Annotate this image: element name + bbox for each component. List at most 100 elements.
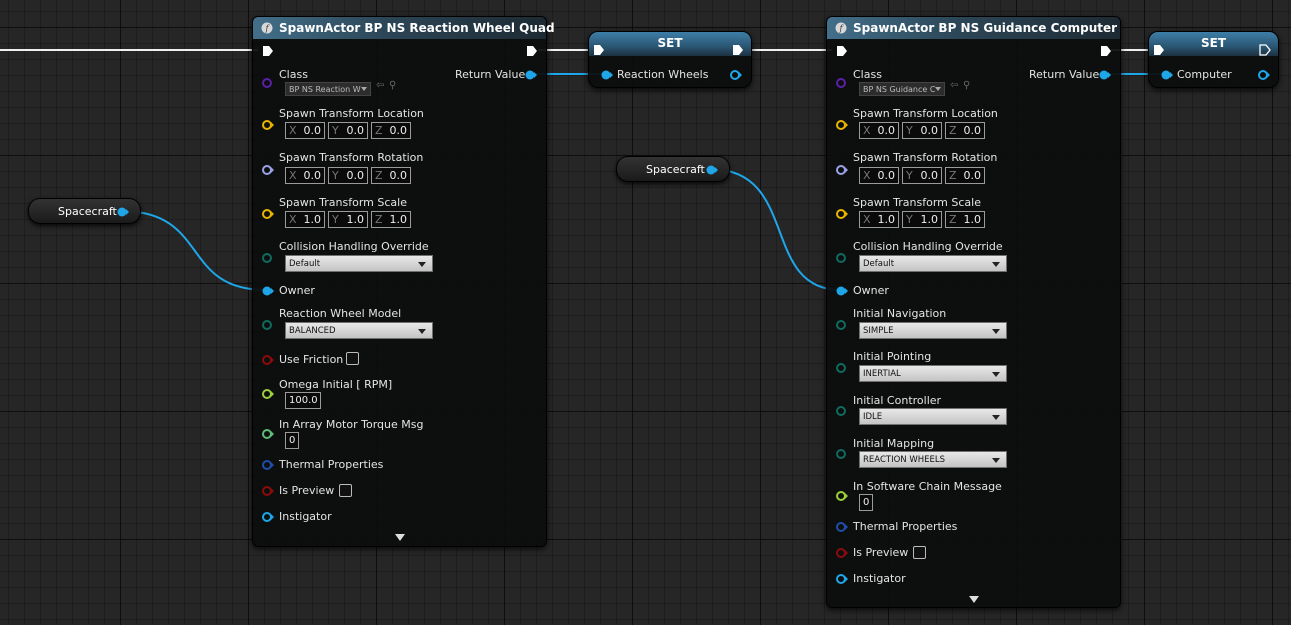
browse-icon[interactable]: ⇦ xyxy=(376,80,384,91)
reaction-wheels-out-pin[interactable] xyxy=(729,69,743,81)
thermal-pin[interactable] xyxy=(835,521,849,533)
scale-z-field[interactable]: Z 1.0 xyxy=(371,211,411,228)
class-picker[interactable]: BP NS Reaction W xyxy=(285,82,371,96)
spacecraft-getter-node[interactable]: Spacecraft xyxy=(28,198,141,224)
node-header[interactable]: f SpawnActor BP NS Reaction Wheel Quad xyxy=(253,17,555,39)
location-pin[interactable] xyxy=(835,119,849,131)
chain-field[interactable]: 0 xyxy=(859,494,873,511)
pointing-dropdown[interactable]: INERTIAL xyxy=(859,365,1007,382)
scale-pin[interactable] xyxy=(835,208,849,220)
location-label: Spawn Transform Location xyxy=(279,107,424,120)
search-icon[interactable]: ⚲ xyxy=(963,80,970,91)
exec-in-pin[interactable] xyxy=(262,45,274,57)
controller-dropdown[interactable]: IDLE xyxy=(859,408,1007,425)
scale-label: Spawn Transform Scale xyxy=(279,196,407,209)
rotation-pin[interactable] xyxy=(835,164,849,176)
owner-label: Owner xyxy=(853,284,889,297)
pointing-label: Initial Pointing xyxy=(853,350,932,363)
location-vector: X 0.0 Y 0.0 Z 0.0 xyxy=(859,122,985,139)
search-icon[interactable]: ⚲ xyxy=(389,80,396,91)
spacecraft-output-pin[interactable] xyxy=(116,206,130,218)
mapping-dropdown[interactable]: REACTION WHEELS xyxy=(859,451,1007,468)
exec-out-pin[interactable] xyxy=(1259,44,1271,56)
class-picker[interactable]: BP NS Guidance C xyxy=(859,82,945,96)
scale-z-field[interactable]: Z 1.0 xyxy=(945,211,985,228)
browse-icon[interactable]: ⇦ xyxy=(950,80,958,91)
exec-in-pin[interactable] xyxy=(1153,44,1165,56)
rotation-x-field[interactable]: X 0.0 xyxy=(285,167,325,184)
chevron-down-icon xyxy=(992,415,1000,420)
location-z-field[interactable]: Z 0.0 xyxy=(945,122,985,139)
owner-pin[interactable] xyxy=(261,285,275,297)
rotation-pin[interactable] xyxy=(261,164,275,176)
torque-pin[interactable] xyxy=(261,428,275,440)
reaction-wheels-pin[interactable] xyxy=(600,69,614,81)
pointing-pin[interactable] xyxy=(835,362,847,374)
rotation-z-field[interactable]: Z 0.0 xyxy=(945,167,985,184)
instigator-label: Instigator xyxy=(279,510,332,523)
collision-dropdown[interactable]: Default xyxy=(285,255,433,272)
exec-in-pin[interactable] xyxy=(593,44,605,56)
collision-pin[interactable] xyxy=(835,252,847,264)
collision-dropdown[interactable]: Default xyxy=(859,255,1007,272)
owner-pin[interactable] xyxy=(835,285,849,297)
preview-label: Is Preview xyxy=(279,484,335,497)
rotation-y-field[interactable]: Y 0.0 xyxy=(902,167,942,184)
navigation-dropdown[interactable]: SIMPLE xyxy=(859,322,1007,339)
class-pin[interactable] xyxy=(261,77,273,89)
scale-y-field[interactable]: Y 1.0 xyxy=(328,211,368,228)
scale-x-field[interactable]: X 1.0 xyxy=(285,211,325,228)
return-value-pin[interactable] xyxy=(524,69,538,81)
return-value-pin[interactable] xyxy=(1098,69,1112,81)
controller-pin[interactable] xyxy=(835,405,847,417)
scale-x-field[interactable]: X 1.0 xyxy=(859,211,899,228)
spacecraft-output-pin[interactable] xyxy=(705,164,719,176)
computer-pin[interactable] xyxy=(1160,69,1174,81)
friction-checkbox[interactable] xyxy=(346,352,359,365)
instigator-pin[interactable] xyxy=(261,511,275,523)
preview-checkbox[interactable] xyxy=(913,546,926,559)
scale-y-field[interactable]: Y 1.0 xyxy=(902,211,942,228)
location-z-field[interactable]: Z 0.0 xyxy=(371,122,411,139)
collapse-arrow-icon[interactable] xyxy=(395,534,405,541)
set-node-reaction-wheels[interactable]: SET Reaction Wheels xyxy=(588,31,752,88)
model-dropdown[interactable]: BALANCED xyxy=(285,322,433,339)
omega-field[interactable]: 100.0 xyxy=(285,392,321,409)
rotation-y-field[interactable]: Y 0.0 xyxy=(328,167,368,184)
thermal-pin[interactable] xyxy=(261,459,275,471)
spawn-actor-node-guidance-computer[interactable]: f SpawnActor BP NS Guidance Computer Cla… xyxy=(826,16,1121,608)
scale-pin[interactable] xyxy=(261,208,275,220)
exec-in-pin[interactable] xyxy=(836,45,848,57)
location-y-field[interactable]: Y 0.0 xyxy=(902,122,942,139)
exec-out-pin[interactable] xyxy=(526,45,538,57)
location-x-field[interactable]: X 0.0 xyxy=(859,122,899,139)
preview-checkbox[interactable] xyxy=(339,484,352,497)
location-y-field[interactable]: Y 0.0 xyxy=(328,122,368,139)
node-header[interactable]: f SpawnActor BP NS Guidance Computer xyxy=(827,17,1120,39)
spacecraft-getter-node[interactable]: Spacecraft xyxy=(616,156,730,182)
model-pin[interactable] xyxy=(261,319,273,331)
rotation-x-field[interactable]: X 0.0 xyxy=(859,167,899,184)
collapse-arrow-icon[interactable] xyxy=(969,596,979,603)
computer-out-pin[interactable] xyxy=(1257,69,1271,81)
location-x-field[interactable]: X 0.0 xyxy=(285,122,325,139)
set-node-computer[interactable]: SET Computer xyxy=(1148,31,1279,88)
torque-field[interactable]: 0 xyxy=(285,432,299,449)
rotation-z-field[interactable]: Z 0.0 xyxy=(371,167,411,184)
chain-pin[interactable] xyxy=(835,490,849,502)
preview-pin[interactable] xyxy=(835,547,849,559)
exec-out-pin[interactable] xyxy=(732,44,744,56)
omega-pin[interactable] xyxy=(261,388,275,400)
preview-pin[interactable] xyxy=(261,485,275,497)
collision-pin[interactable] xyxy=(261,252,273,264)
spawn-actor-node-reaction-wheel[interactable]: f SpawnActor BP NS Reaction Wheel Quad C… xyxy=(252,16,555,547)
scale-vector: X 1.0 Y 1.0 Z 1.0 xyxy=(859,211,985,228)
class-pin[interactable] xyxy=(835,77,847,89)
exec-out-pin[interactable] xyxy=(1100,45,1112,57)
mapping-pin[interactable] xyxy=(835,448,847,460)
navigation-pin[interactable] xyxy=(835,319,847,331)
instigator-pin[interactable] xyxy=(835,573,849,585)
friction-pin[interactable] xyxy=(261,354,275,366)
spacecraft-getter-label: Spacecraft xyxy=(58,205,117,218)
location-pin[interactable] xyxy=(261,119,275,131)
